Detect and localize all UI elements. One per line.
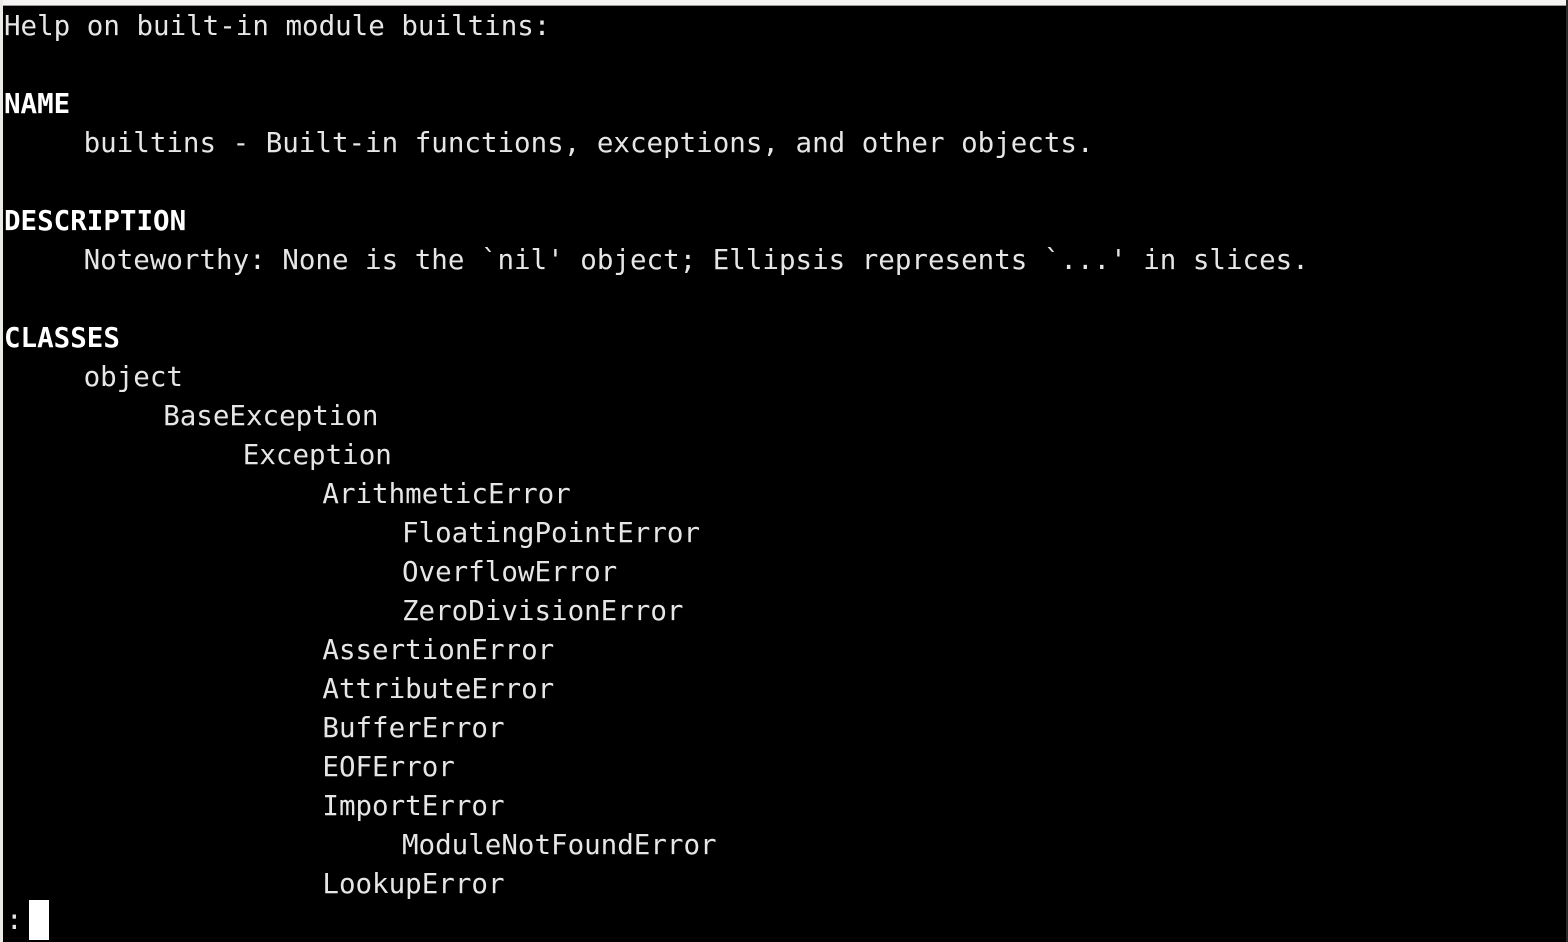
class-tree-overflowerror: OverflowError (402, 556, 618, 588)
class-tree-baseexception: BaseException (163, 400, 379, 432)
section-heading-classes: CLASSES (4, 322, 120, 354)
name-body-line: builtins - Built-in functions, exception… (83, 127, 1094, 159)
section-heading-name: NAME (4, 88, 71, 120)
class-tree-arithmeticerror: ArithmeticError (322, 478, 571, 510)
section-heading-description: DESCRIPTION (4, 205, 187, 237)
help-header-line: Help on built-in module builtins: (4, 10, 551, 42)
class-tree-modulenotfounderror: ModuleNotFoundError (402, 829, 717, 861)
terminal-output-area[interactable]: Help on built-in module builtins: NAME bui… (4, 7, 1566, 942)
class-tree-lookuperror: LookupError (322, 868, 505, 900)
text-cursor (28, 900, 49, 940)
description-body-line: Noteworthy: None is the `nil' object; El… (83, 244, 1309, 276)
class-tree-zerodivisionerror: ZeroDivisionError (402, 595, 684, 627)
class-tree-eoferror: EOFError (322, 751, 455, 783)
pager-prompt-colon: : (6, 904, 23, 936)
class-tree-buffererror: BufferError (322, 712, 505, 744)
terminal-screen: Help on built-in module builtins: NAME bui… (0, 0, 1568, 942)
class-tree-importerror: ImportError (322, 790, 505, 822)
class-tree-object: object (83, 361, 183, 393)
window-top-chrome (0, 0, 1568, 6)
class-tree-floatingpointerror: FloatingPointError (402, 517, 701, 549)
pager-prompt[interactable]: : (4, 898, 49, 942)
class-tree-assertionerror: AssertionError (322, 634, 555, 666)
window-left-edge (0, 0, 3, 942)
class-tree-exception: Exception (242, 439, 392, 471)
class-tree-attributeerror: AttributeError (322, 673, 555, 705)
